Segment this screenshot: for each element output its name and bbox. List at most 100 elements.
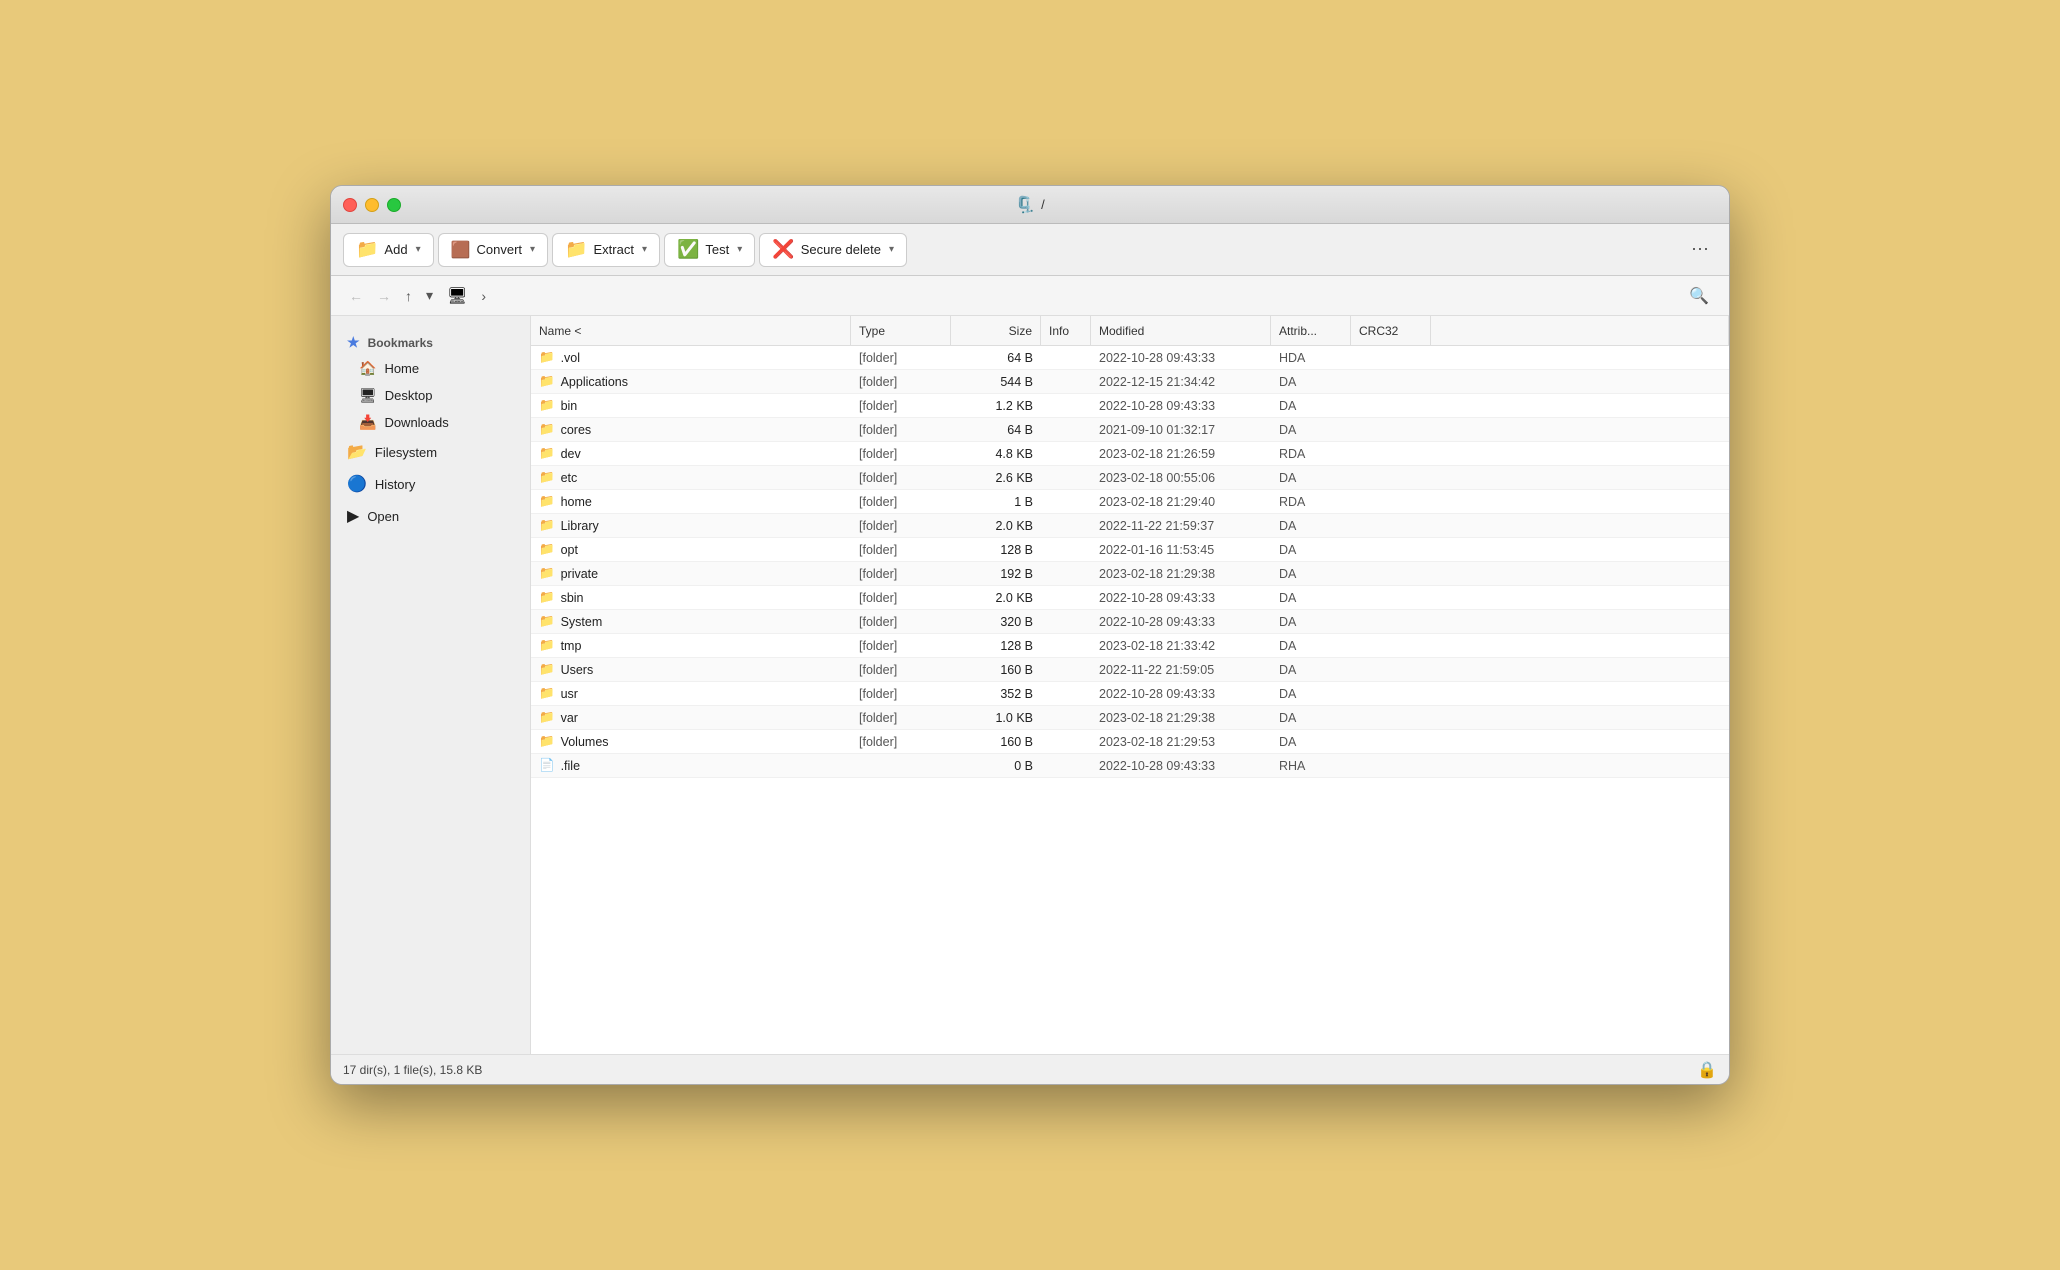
cell-modified-8: 2022-01-16 11:53:45	[1091, 538, 1271, 561]
cell-info-10	[1041, 586, 1091, 609]
statusbar: 17 dir(s), 1 file(s), 15.8 KB 🔒	[331, 1054, 1729, 1084]
cell-name-6: 📁 home	[531, 490, 851, 513]
up-button[interactable]: ↑	[399, 284, 418, 308]
table-row[interactable]: 📁 home [folder] 1 B 2023-02-18 21:29:40 …	[531, 490, 1729, 514]
cell-name-8: 📁 opt	[531, 538, 851, 561]
col-header-size[interactable]: Size	[951, 316, 1041, 345]
col-header-modified[interactable]: Modified	[1091, 316, 1271, 345]
table-row[interactable]: 📁 tmp [folder] 128 B 2023-02-18 21:33:42…	[531, 634, 1729, 658]
cell-info-9	[1041, 562, 1091, 585]
cell-crc-3	[1351, 418, 1431, 441]
more-button[interactable]: ⋯	[1683, 235, 1717, 264]
table-row[interactable]: 📄 .file 0 B 2022-10-28 09:43:33 RHA	[531, 754, 1729, 778]
cell-size-0: 64 B	[951, 346, 1041, 369]
cell-type-10: [folder]	[851, 586, 951, 609]
col-header-type[interactable]: Type	[851, 316, 951, 345]
cell-size-17: 0 B	[951, 754, 1041, 777]
cell-type-16: [folder]	[851, 730, 951, 753]
history-label: History	[375, 477, 415, 492]
table-row[interactable]: 📁 private [folder] 192 B 2023-02-18 21:2…	[531, 562, 1729, 586]
sidebar-item-home[interactable]: 🏠 Home	[331, 355, 530, 382]
cell-attrib-15: DA	[1271, 706, 1351, 729]
table-row[interactable]: 📁 Volumes [folder] 160 B 2023-02-18 21:2…	[531, 730, 1729, 754]
sidebar-item-desktop[interactable]: 🖥 Desktop	[331, 382, 530, 409]
table-row[interactable]: 📁 etc [folder] 2.6 KB 2023-02-18 00:55:0…	[531, 466, 1729, 490]
navbar: ← → ↑ ▾ 🖥 › 🔍	[331, 276, 1729, 316]
sidebar-item-history[interactable]: 🔵 History	[331, 468, 530, 500]
table-row[interactable]: 📁 opt [folder] 128 B 2022-01-16 11:53:45…	[531, 538, 1729, 562]
forward-icon: →	[377, 288, 391, 304]
cell-crc-8	[1351, 538, 1431, 561]
cell-attrib-11: DA	[1271, 610, 1351, 633]
cell-name-12: 📁 tmp	[531, 634, 851, 657]
table-row[interactable]: 📁 .vol [folder] 64 B 2022-10-28 09:43:33…	[531, 346, 1729, 370]
folder-icon: 📁	[539, 422, 555, 437]
file-list-scroll[interactable]: 📁 .vol [folder] 64 B 2022-10-28 09:43:33…	[531, 346, 1729, 1054]
cell-attrib-5: DA	[1271, 466, 1351, 489]
secure-delete-button[interactable]: ❌ Secure delete ▾	[759, 233, 907, 267]
cell-crc-12	[1351, 634, 1431, 657]
cell-type-5: [folder]	[851, 466, 951, 489]
cell-attrib-10: DA	[1271, 586, 1351, 609]
table-row[interactable]: 📁 var [folder] 1.0 KB 2023-02-18 21:29:3…	[531, 706, 1729, 730]
cell-size-9: 192 B	[951, 562, 1041, 585]
cell-attrib-14: DA	[1271, 682, 1351, 705]
convert-button[interactable]: 🟫 Convert ▾	[438, 233, 548, 267]
folder-icon: 📁	[539, 494, 555, 509]
cell-size-13: 160 B	[951, 658, 1041, 681]
bookmarks-section[interactable]: ★ Bookmarks	[331, 328, 530, 355]
table-row[interactable]: 📁 dev [folder] 4.8 KB 2023-02-18 21:26:5…	[531, 442, 1729, 466]
table-row[interactable]: 📁 bin [folder] 1.2 KB 2022-10-28 09:43:3…	[531, 394, 1729, 418]
cell-crc-11	[1351, 610, 1431, 633]
cell-size-3: 64 B	[951, 418, 1041, 441]
sidebar-item-open[interactable]: ▶ Open	[331, 500, 530, 532]
maximize-button[interactable]	[387, 198, 401, 212]
cell-attrib-8: DA	[1271, 538, 1351, 561]
computer-nav[interactable]: 🖥	[441, 284, 473, 308]
next-nav-button[interactable]: ›	[475, 284, 492, 308]
open-icon: ▶	[347, 506, 359, 526]
cell-crc-13	[1351, 658, 1431, 681]
bookmarks-label: Bookmarks	[368, 336, 433, 350]
folder-icon: 📁	[539, 470, 555, 485]
cell-size-1: 544 B	[951, 370, 1041, 393]
close-button[interactable]	[343, 198, 357, 212]
table-row[interactable]: 📁 usr [folder] 352 B 2022-10-28 09:43:33…	[531, 682, 1729, 706]
test-button[interactable]: ✅ Test ▾	[664, 233, 755, 267]
table-row[interactable]: 📁 Applications [folder] 544 B 2022-12-15…	[531, 370, 1729, 394]
cell-info-5	[1041, 466, 1091, 489]
table-row[interactable]: 📁 Users [folder] 160 B 2022-11-22 21:59:…	[531, 658, 1729, 682]
cell-modified-16: 2023-02-18 21:29:53	[1091, 730, 1271, 753]
cell-attrib-6: RDA	[1271, 490, 1351, 513]
minimize-button[interactable]	[365, 198, 379, 212]
sidebar: ★ Bookmarks 🏠 Home 🖥 Desktop 📥 Downloads…	[331, 316, 531, 1054]
back-button[interactable]: ←	[343, 284, 369, 308]
cell-name-0: 📁 .vol	[531, 346, 851, 369]
cell-size-14: 352 B	[951, 682, 1041, 705]
col-header-name[interactable]: Name <	[531, 316, 851, 345]
add-icon: 📁	[356, 239, 378, 260]
col-header-attrib[interactable]: Attrib...	[1271, 316, 1351, 345]
cell-crc-15	[1351, 706, 1431, 729]
table-row[interactable]: 📁 sbin [folder] 2.0 KB 2022-10-28 09:43:…	[531, 586, 1729, 610]
cell-modified-0: 2022-10-28 09:43:33	[1091, 346, 1271, 369]
titlebar: 🗜️ /	[331, 186, 1729, 224]
col-header-crc32[interactable]: CRC32	[1351, 316, 1431, 345]
table-row[interactable]: 📁 cores [folder] 64 B 2021-09-10 01:32:1…	[531, 418, 1729, 442]
extract-button[interactable]: 📁 Extract ▾	[552, 233, 660, 267]
dropdown-button[interactable]: ▾	[420, 283, 439, 308]
sidebar-item-filesystem[interactable]: 📂 Filesystem	[331, 436, 530, 468]
file-list-header: Name < Type Size Info Modified Attrib...	[531, 316, 1729, 346]
cell-size-12: 128 B	[951, 634, 1041, 657]
cell-attrib-13: DA	[1271, 658, 1351, 681]
col-header-info[interactable]: Info	[1041, 316, 1091, 345]
add-button[interactable]: 📁 Add ▾	[343, 233, 434, 267]
cell-modified-14: 2022-10-28 09:43:33	[1091, 682, 1271, 705]
sidebar-item-downloads[interactable]: 📥 Downloads	[331, 409, 530, 436]
search-button[interactable]: 🔍	[1681, 282, 1717, 310]
forward-button[interactable]: →	[371, 284, 397, 308]
cell-modified-17: 2022-10-28 09:43:33	[1091, 754, 1271, 777]
table-row[interactable]: 📁 System [folder] 320 B 2022-10-28 09:43…	[531, 610, 1729, 634]
table-row[interactable]: 📁 Library [folder] 2.0 KB 2022-11-22 21:…	[531, 514, 1729, 538]
cell-name-9: 📁 private	[531, 562, 851, 585]
